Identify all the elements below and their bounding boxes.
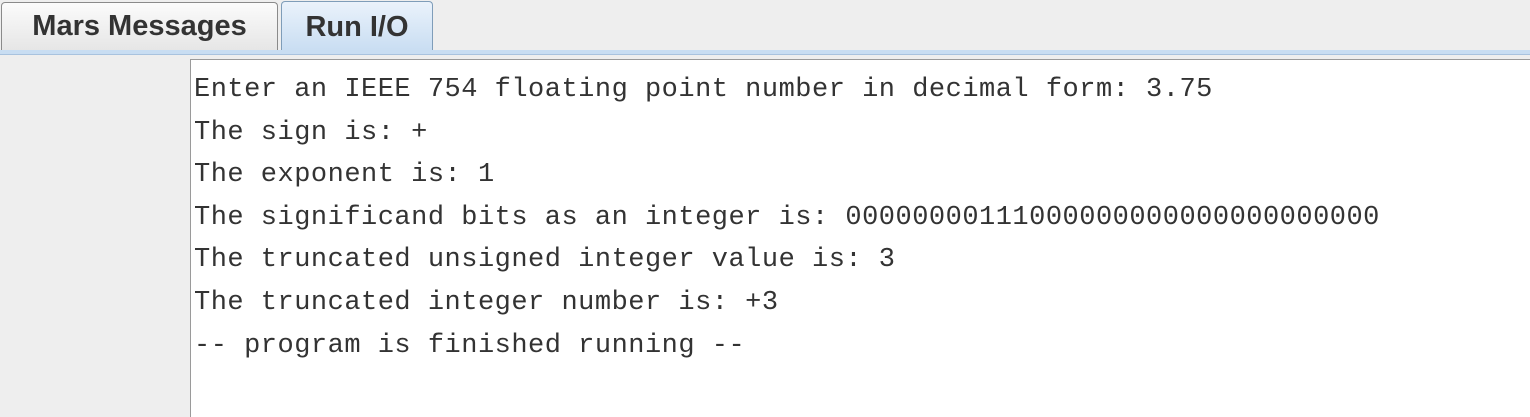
tab-underline-edge: [0, 54, 1530, 55]
console-gutter: [0, 59, 190, 417]
tab-bar: Mars Messages Run I/O: [0, 0, 1530, 55]
console-line: The exponent is: 1: [194, 160, 495, 191]
run-io-console[interactable]: Enter an IEEE 754 floating point number …: [190, 59, 1530, 417]
console-line: The truncated unsigned integer value is:…: [194, 245, 896, 276]
console-line: The significand bits as an integer is: 0…: [194, 202, 1380, 233]
tab-run-io[interactable]: Run I/O: [281, 1, 433, 52]
tab-mars-messages[interactable]: Mars Messages: [1, 2, 278, 50]
console-line: Enter an IEEE 754 floating point number …: [194, 75, 1213, 105]
console-line: The truncated integer number is: +3: [194, 287, 779, 318]
mars-io-panel: Mars Messages Run I/O Enter an IEEE 754 …: [0, 0, 1530, 417]
tab-mars-messages-label: Mars Messages: [32, 10, 247, 42]
tab-run-io-label: Run I/O: [305, 10, 409, 43]
console-line: -- program is finished running --: [194, 330, 746, 361]
console-line: The sign is: +: [194, 117, 428, 148]
